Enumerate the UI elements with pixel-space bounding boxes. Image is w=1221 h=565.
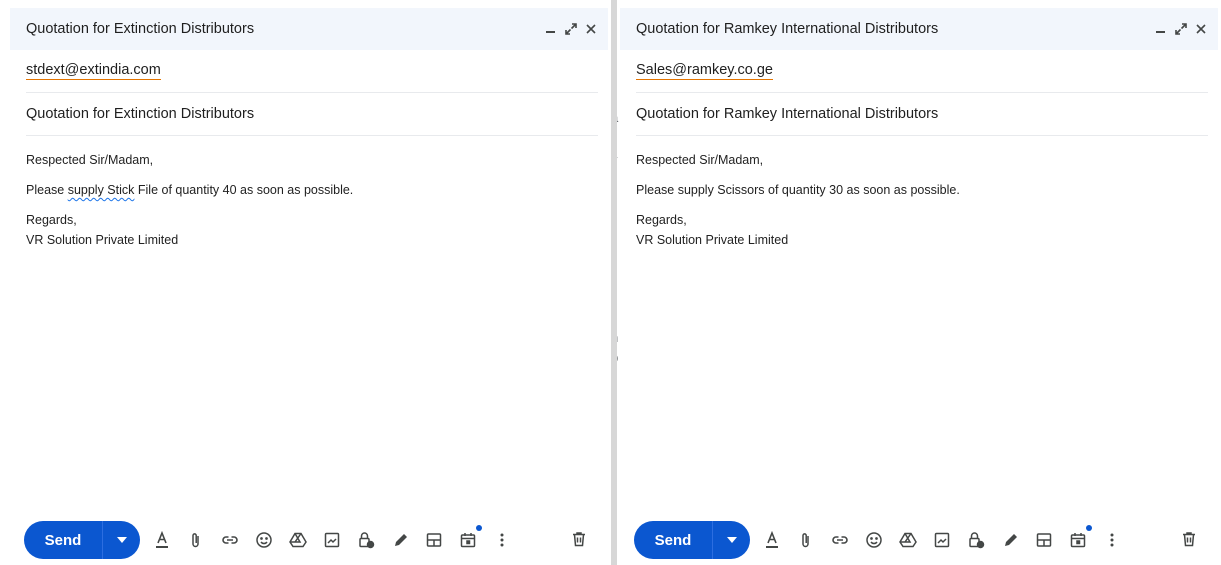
signature-pen-icon[interactable] [390, 530, 410, 550]
recipients-field[interactable]: Sales@ramkey.co.ge [636, 50, 1208, 93]
caret-down-icon [116, 537, 127, 543]
subject-field[interactable]: Quotation for Ramkey International Distr… [636, 93, 1208, 136]
compose-header[interactable]: Quotation for Extinction Distributors [10, 8, 608, 50]
recipient-address[interactable]: stdext@extindia.com [26, 62, 161, 80]
signature-pen-icon[interactable] [1000, 530, 1020, 550]
send-options-button[interactable] [103, 521, 140, 559]
minimize-icon[interactable] [542, 20, 560, 38]
attach-icon[interactable] [796, 530, 816, 550]
notification-dot [476, 525, 482, 531]
send-button-group: Send [634, 521, 750, 559]
schedule-calendar-icon[interactable] [458, 525, 482, 550]
minimize-icon[interactable] [1152, 20, 1170, 38]
window-divider [611, 0, 617, 565]
close-icon[interactable] [1192, 20, 1210, 38]
image-icon[interactable] [932, 530, 952, 550]
compose-title: Quotation for Extinction Distributors [26, 21, 255, 37]
confidential-lock-icon[interactable] [966, 530, 986, 550]
format-text-icon[interactable] [762, 530, 782, 550]
compose-toolbar: Send [24, 521, 598, 559]
layouts-icon[interactable] [424, 530, 444, 550]
link-icon[interactable] [830, 530, 850, 550]
request-text-start: Please [26, 183, 68, 197]
drive-icon[interactable] [288, 530, 308, 550]
emoji-icon[interactable] [254, 530, 274, 550]
confidential-lock-icon[interactable] [356, 530, 376, 550]
sign-off: Regards, [26, 213, 77, 227]
more-options-icon[interactable] [492, 530, 512, 550]
send-button-group: Send [24, 521, 140, 559]
trash-icon[interactable] [1180, 530, 1200, 550]
signature: VR Solution Private Limited [26, 233, 179, 247]
spellcheck-underlined-text[interactable]: supply Stick [68, 183, 135, 197]
sign-off-line: Regards, VR Solution Private Limited [26, 210, 592, 250]
formatting-tools [762, 525, 1136, 550]
image-icon[interactable] [322, 530, 342, 550]
send-button[interactable]: Send [634, 521, 712, 559]
recipients-field[interactable]: stdext@extindia.com [26, 50, 598, 93]
signature: VR Solution Private Limited [636, 233, 789, 247]
notification-dot [1086, 525, 1092, 531]
trash-icon[interactable] [570, 530, 590, 550]
request-text-end: File of quantity 40 as soon as possible. [134, 183, 354, 197]
sign-off: Regards, [636, 213, 687, 227]
message-body[interactable]: Respected Sir/Madam, Please supply Stick… [10, 150, 608, 250]
close-icon[interactable] [582, 20, 600, 38]
compose-header[interactable]: Quotation for Ramkey International Distr… [620, 8, 1218, 50]
message-body[interactable]: Respected Sir/Madam, Please supply Sciss… [620, 150, 1218, 250]
compose-window-extinction: Quotation for Extinction Distributors st… [10, 8, 608, 565]
expand-icon[interactable] [1172, 20, 1190, 38]
request-line: Please supply Stick File of quantity 40 … [26, 180, 592, 200]
subject-field[interactable]: Quotation for Extinction Distributors [26, 93, 598, 136]
formatting-tools [152, 525, 526, 550]
link-icon[interactable] [220, 530, 240, 550]
greeting-line: Respected Sir/Madam, [636, 153, 764, 167]
request-line: Please supply Scissors of quantity 30 as… [636, 183, 960, 197]
attach-icon[interactable] [186, 530, 206, 550]
caret-down-icon [726, 537, 737, 543]
send-button[interactable]: Send [24, 521, 102, 559]
expand-icon[interactable] [562, 20, 580, 38]
layouts-icon[interactable] [1034, 530, 1054, 550]
emoji-icon[interactable] [864, 530, 884, 550]
subject-text[interactable]: Quotation for Extinction Distributors [26, 106, 254, 122]
format-text-icon[interactable] [152, 530, 172, 550]
more-options-icon[interactable] [1102, 530, 1122, 550]
compose-title: Quotation for Ramkey International Distr… [636, 21, 939, 37]
subject-text[interactable]: Quotation for Ramkey International Distr… [636, 106, 938, 122]
send-options-button[interactable] [713, 521, 750, 559]
sign-off-line: Regards, VR Solution Private Limited [636, 210, 1202, 250]
compose-window-ramkey: Quotation for Ramkey International Distr… [620, 8, 1218, 565]
greeting-line: Respected Sir/Madam, [26, 153, 154, 167]
schedule-calendar-icon[interactable] [1068, 525, 1092, 550]
recipient-address[interactable]: Sales@ramkey.co.ge [636, 62, 773, 80]
compose-toolbar: Send [634, 521, 1208, 559]
drive-icon[interactable] [898, 530, 918, 550]
